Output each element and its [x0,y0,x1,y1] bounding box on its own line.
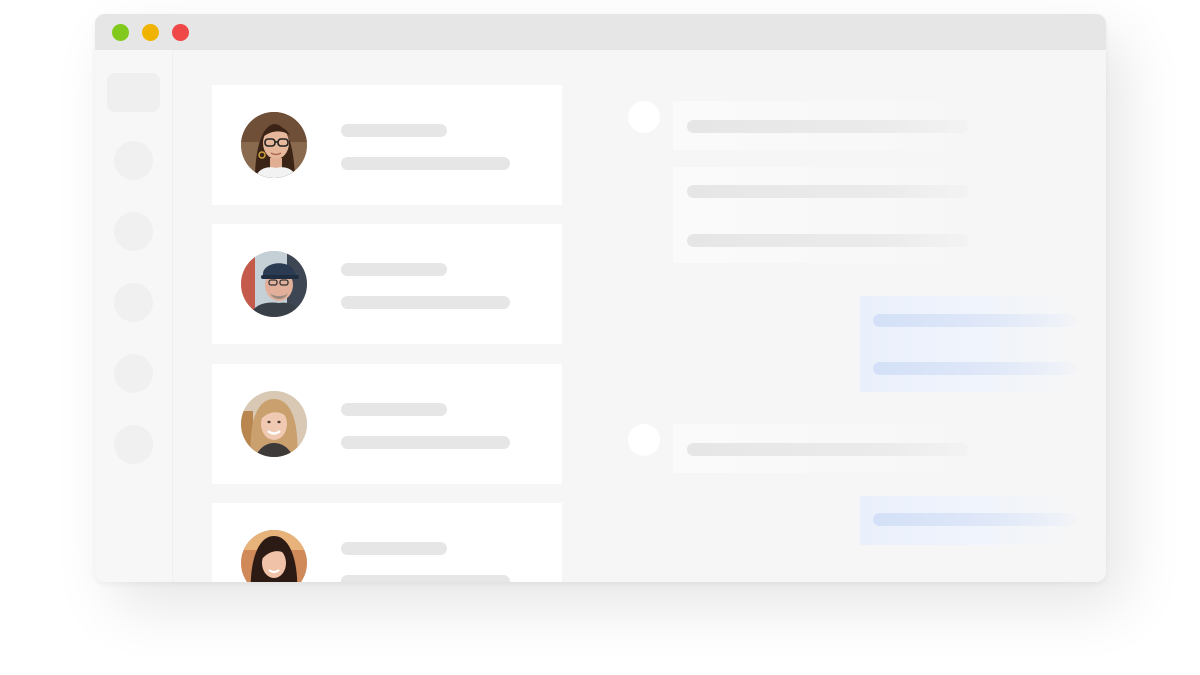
app-window [95,14,1106,582]
blonde-woman-avatar [241,391,307,457]
contact-preview-placeholder [341,296,510,309]
contact-name-placeholder [341,542,447,555]
contact-name-placeholder [341,263,447,276]
sidebar-nav-icon-3[interactable] [114,283,153,322]
message-text-placeholder [873,362,1076,375]
message-text-placeholder [873,513,1076,526]
minimize-button[interactable] [142,24,159,41]
woman-with-glasses-avatar [241,112,307,178]
sidebar-nav-icon-4[interactable] [114,354,153,393]
dark-haired-woman-avatar [241,530,307,582]
chat-avatar [628,424,660,456]
contact-preview-placeholder [341,575,510,582]
sidebar-nav-icon-1[interactable] [114,141,153,180]
outgoing-message-bubble [860,496,1076,545]
contact-card[interactable] [212,364,562,484]
sidebar [95,50,173,582]
zoom-button[interactable] [112,24,129,41]
sidebar-nav-icon-5[interactable] [114,425,153,464]
close-button[interactable] [172,24,189,41]
message-text-placeholder [687,120,969,133]
incoming-message-bubble [673,167,983,263]
chat-avatar [628,101,660,133]
message-text-placeholder [687,234,969,247]
title-bar [95,14,1106,50]
incoming-message-bubble [673,101,983,150]
sidebar-logo-placeholder[interactable] [107,73,160,112]
contact-preview-placeholder [341,436,510,449]
contact-card[interactable] [212,85,562,205]
sidebar-nav-icon-2[interactable] [114,212,153,251]
contact-card[interactable] [212,503,562,582]
contact-preview-placeholder [341,157,510,170]
contact-card[interactable] [212,224,562,344]
message-text-placeholder [687,185,969,198]
incoming-message-bubble [673,424,983,473]
outgoing-message-bubble [860,296,1076,392]
man-with-cap-avatar [241,251,307,317]
message-text-placeholder [687,443,969,456]
message-text-placeholder [873,314,1076,327]
contact-name-placeholder [341,124,447,137]
contact-name-placeholder [341,403,447,416]
